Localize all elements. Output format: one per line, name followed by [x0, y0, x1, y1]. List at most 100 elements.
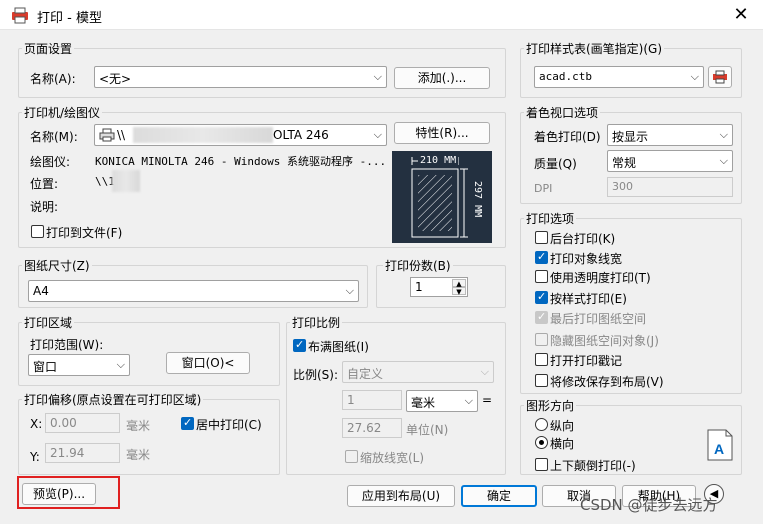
- close-icon[interactable]: ✕: [730, 4, 752, 26]
- paper-size-value: A4: [33, 284, 49, 298]
- plot-option-label: 打印对象线宽: [550, 252, 623, 266]
- page-setup-legend: 页面设置: [22, 40, 75, 57]
- apply-to-layout-button[interactable]: 应用到布局(U): [347, 485, 455, 507]
- description-label: 说明:: [30, 200, 59, 214]
- plot-option-label: 按样式打印(E): [550, 292, 627, 306]
- portrait-radio[interactable]: [535, 418, 548, 431]
- scale-units-value: 27.62: [347, 421, 382, 435]
- hide-paperspace-objects-checkbox[interactable]: [535, 333, 548, 346]
- scale-value: 自定义: [347, 367, 384, 381]
- add-page-setup-button[interactable]: 添加(.)...: [394, 67, 490, 89]
- chevron-down-icon: ⌵: [116, 358, 125, 371]
- plot-range-select[interactable]: 窗口 ⌵: [28, 354, 130, 376]
- plot-range-label: 打印范围(W):: [30, 338, 104, 352]
- save-to-layout-checkbox[interactable]: [535, 374, 548, 387]
- location-label: 位置:: [30, 177, 59, 191]
- copies-legend: 打印份数(B): [383, 257, 453, 274]
- printer-icon: [99, 128, 115, 142]
- equals-sign: =: [482, 393, 493, 407]
- dpi-input[interactable]: 300: [607, 177, 733, 197]
- shaded-viewport-legend: 着色视口选项: [524, 104, 601, 121]
- offset-y-label: Y:: [30, 450, 40, 464]
- scale-lineweights-checkbox[interactable]: [345, 450, 358, 463]
- portrait-label: 纵向: [550, 419, 575, 433]
- plotter-name-select[interactable]: \\ OLTA 246 ⌵: [94, 124, 387, 146]
- scale-label: 比例(S):: [293, 368, 339, 382]
- chevron-down-icon: ⌵: [345, 284, 354, 297]
- chevron-down-icon: ⌵: [719, 128, 728, 141]
- scale-unit-value: 毫米: [411, 396, 436, 410]
- edit-plot-style-button[interactable]: [708, 66, 732, 88]
- background-plot-checkbox[interactable]: [535, 231, 548, 244]
- highlight-box: [17, 476, 120, 509]
- chevron-down-icon: ⌵: [373, 128, 382, 141]
- plot-option-label: 将修改保存到布局(V): [550, 375, 664, 389]
- scale-numerator-value: 1: [347, 393, 355, 407]
- page-setup-name-select[interactable]: <无> ⌵: [94, 66, 387, 88]
- scale-numerator-input[interactable]: 1: [342, 390, 402, 410]
- plot-offset-legend: 打印偏移(原点设置在可打印区域): [22, 391, 204, 408]
- shade-plot-value: 按显示: [612, 130, 649, 144]
- redacted-block: [133, 127, 273, 143]
- center-plot-label: 居中打印(C): [196, 418, 262, 432]
- offset-x-input[interactable]: 0.00: [45, 413, 120, 433]
- paper-height-label: 297 MM: [472, 181, 483, 218]
- quality-value: 常规: [612, 156, 637, 170]
- plot-style-editor-icon: [713, 70, 727, 84]
- title-bar: 打印 - 模型 ✕: [0, 0, 763, 30]
- plot-area-legend: 打印区域: [22, 314, 75, 331]
- spin-up-icon[interactable]: ▲: [452, 279, 466, 288]
- scale-select[interactable]: 自定义 ⌵: [342, 361, 494, 383]
- shade-plot-select[interactable]: 按显示 ⌵: [607, 124, 733, 146]
- scale-units-input[interactable]: 27.62: [342, 418, 402, 438]
- shade-plot-label: 着色打印(D): [534, 130, 601, 144]
- plot-option-label: 使用透明度打印(T): [550, 271, 651, 285]
- plot-stamp-checkbox[interactable]: [535, 353, 548, 366]
- offset-x-unit: 毫米: [126, 419, 151, 433]
- quality-label: 质量(Q): [534, 157, 577, 171]
- ok-button[interactable]: 确定: [461, 485, 537, 507]
- landscape-radio[interactable]: [535, 436, 548, 449]
- spin-down-icon[interactable]: ▼: [452, 287, 466, 296]
- plot-style-table-value: acad.ctb: [539, 70, 592, 83]
- print-to-file-checkbox[interactable]: [31, 225, 44, 238]
- window-select-button[interactable]: 窗口(O)<: [166, 352, 250, 374]
- fit-to-paper-label: 布满图纸(I): [308, 340, 369, 354]
- paper-size-select[interactable]: A4 ⌵: [28, 280, 359, 302]
- plot-option-label: 隐藏图纸空间对象(J): [550, 334, 659, 348]
- scale-units-label: 单位(N): [406, 423, 449, 437]
- plot-style-table-legend: 打印样式表(画笔指定)(G): [524, 40, 665, 57]
- center-plot-checkbox[interactable]: [181, 416, 194, 430]
- copies-input[interactable]: 1 ▲ ▼: [410, 277, 468, 297]
- offset-y-unit: 毫米: [126, 448, 151, 462]
- offset-x-label: X:: [30, 417, 43, 431]
- fit-to-paper-checkbox[interactable]: [293, 338, 306, 352]
- offset-y-value: 21.94: [50, 446, 85, 460]
- print-to-file-label: 打印到文件(F): [46, 226, 123, 240]
- upside-down-checkbox[interactable]: [535, 458, 548, 471]
- plotter-name-value: OLTA 246: [273, 128, 329, 142]
- upside-down-label: 上下颠倒打印(-): [550, 459, 636, 473]
- paperspace-last-checkbox[interactable]: [535, 310, 548, 324]
- plotter-name-prefix: \\: [117, 128, 126, 142]
- offset-y-input[interactable]: 21.94: [45, 443, 120, 463]
- scale-unit-select[interactable]: 毫米 ⌵: [406, 390, 478, 412]
- plot-with-styles-checkbox[interactable]: [535, 290, 548, 304]
- plot-option-label: 最后打印图纸空间: [550, 312, 647, 326]
- plot-lineweights-checkbox[interactable]: [535, 250, 548, 264]
- plot-transparency-checkbox[interactable]: [535, 270, 548, 283]
- plot-style-table-select[interactable]: acad.ctb ⌵: [534, 66, 704, 88]
- plot-range-value: 窗口: [33, 360, 58, 374]
- page-setup-name-value: <无>: [99, 72, 132, 86]
- chevron-down-icon: ⌵: [464, 394, 473, 407]
- plotter-value: KONICA MINOLTA 246 - Windows 系统驱动程序 -...: [95, 155, 387, 168]
- plotter-name-label: 名称(M):: [30, 130, 78, 144]
- chevron-down-icon: ⌵: [690, 70, 699, 83]
- scale-lineweights-label: 缩放线宽(L): [360, 451, 425, 465]
- plotter-properties-button[interactable]: 特性(R)...: [394, 122, 490, 144]
- quality-select[interactable]: 常规 ⌵: [607, 150, 733, 172]
- dpi-value: 300: [612, 180, 633, 193]
- paper-size-legend: 图纸尺寸(Z): [22, 257, 92, 274]
- plotter-label: 绘图仪:: [30, 155, 71, 169]
- copies-value: 1: [415, 280, 423, 294]
